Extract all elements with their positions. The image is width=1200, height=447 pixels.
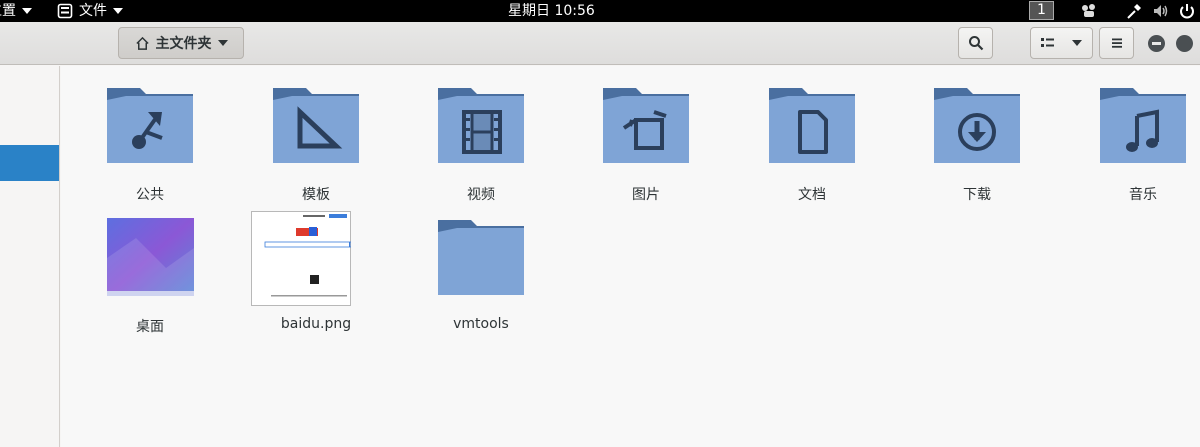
documents-folder-icon [769, 88, 855, 163]
pictures-folder-icon [603, 88, 689, 163]
music-folder-icon [1100, 88, 1186, 163]
accessibility-icon[interactable] [1080, 2, 1098, 20]
view-options-button[interactable] [1030, 27, 1093, 59]
clock-label: 星期日 10:56 [508, 3, 595, 19]
file-item-label: 音乐 [1129, 187, 1157, 203]
file-item-label: 图片 [632, 187, 660, 203]
volume-icon[interactable] [1152, 2, 1170, 20]
file-item-pictures[interactable]: 图片 [581, 86, 711, 204]
file-item-label: 公共 [136, 187, 164, 203]
downloads-folder-icon [934, 88, 1020, 163]
path-label: 主文件夹 [155, 36, 212, 52]
file-item-label: 下载 [963, 187, 991, 203]
search-button[interactable] [958, 27, 993, 59]
desktop-wallpaper-thumbnail [107, 218, 194, 296]
file-item-documents[interactable]: 文档 [747, 86, 877, 204]
file-view: 公共 模板 视频 图片 文档 下载 音乐 桌面 baidu.png vmtool… [61, 66, 1200, 447]
file-item-public[interactable]: 公共 [85, 86, 215, 204]
file-item-label: 桌面 [136, 319, 164, 335]
places-menu[interactable]: 位置 [0, 0, 32, 22]
file-cabinet-icon [57, 3, 73, 19]
maximize-button[interactable] [1176, 35, 1193, 52]
top-bar: 位置 文件 星期日 10:56 1 [0, 0, 1200, 22]
files-app-menu-label: 文件 [79, 3, 107, 19]
templates-folder-icon [273, 88, 359, 163]
chevron-down-icon [1072, 40, 1082, 46]
chevron-down-icon [22, 8, 32, 14]
main-menu-button[interactable] [1099, 27, 1134, 59]
image-thumbnail [251, 211, 351, 306]
chevron-down-icon [113, 8, 123, 14]
home-icon [135, 36, 149, 50]
chevron-down-icon [217, 40, 228, 46]
file-item-label: 模板 [302, 187, 330, 203]
file-item-label: 文档 [798, 187, 826, 203]
file-item-templates[interactable]: 模板 [251, 86, 381, 204]
file-item-baidu-png[interactable]: baidu.png [251, 211, 381, 332]
hamburger-menu-icon [1111, 38, 1122, 48]
clock[interactable]: 星期日 10:56 [508, 0, 595, 22]
videos-folder-icon [438, 88, 524, 163]
file-item-label: baidu.png [280, 316, 352, 332]
file-item-videos[interactable]: 视频 [416, 86, 546, 204]
workspace-indicator[interactable]: 1 [1029, 1, 1054, 20]
share-folder-icon [107, 88, 193, 163]
folder-icon [438, 220, 524, 295]
file-item-label: 视频 [467, 187, 495, 203]
file-item-vmtools[interactable]: vmtools [416, 218, 546, 332]
places-menu-label: 位置 [0, 3, 16, 19]
network-wired-icon[interactable] [1125, 2, 1143, 20]
power-icon[interactable] [1178, 2, 1196, 20]
minimize-button[interactable] [1148, 35, 1165, 52]
list-view-icon [1041, 38, 1054, 47]
files-app-menu[interactable]: 文件 [57, 0, 123, 22]
path-bar-home-button[interactable]: 主文件夹 [118, 27, 244, 59]
file-item-label: vmtools [453, 316, 509, 332]
sidebar-item-selected[interactable] [0, 145, 59, 181]
search-icon [968, 36, 983, 51]
file-item-music[interactable]: 音乐 [1078, 86, 1200, 204]
file-item-downloads[interactable]: 下载 [912, 86, 1042, 204]
sidebar [0, 66, 60, 447]
header-bar: 主文件夹 [0, 22, 1200, 65]
file-item-desktop[interactable]: 桌面 [85, 218, 215, 336]
